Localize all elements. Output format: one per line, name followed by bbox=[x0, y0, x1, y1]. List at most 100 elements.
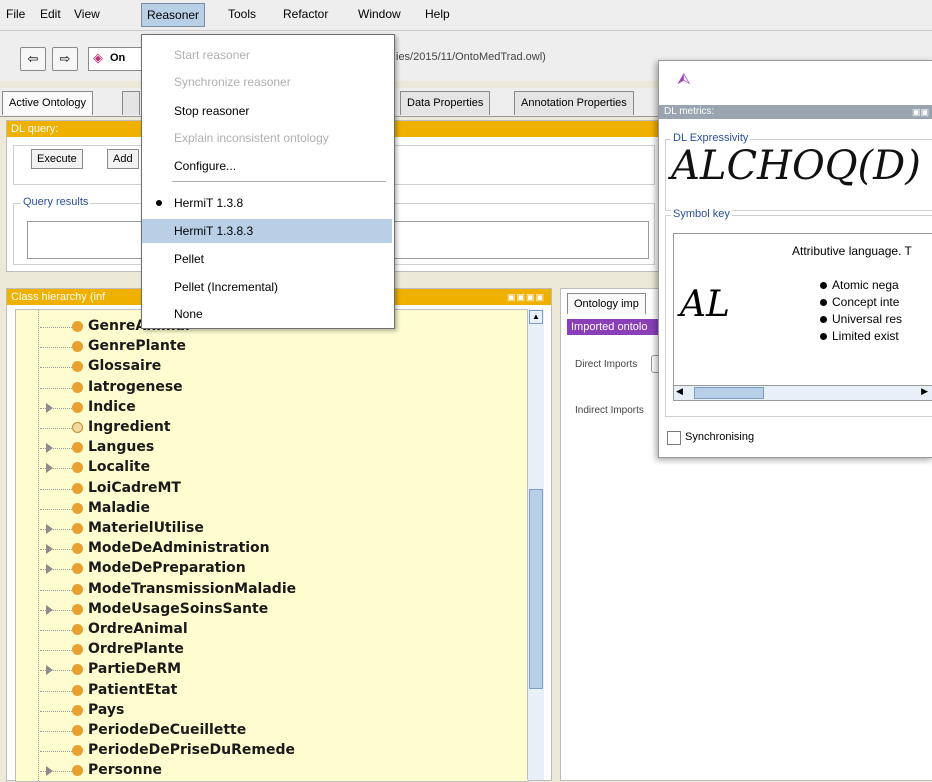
menu-window[interactable]: Window bbox=[358, 7, 401, 21]
reasoner-menu-item[interactable]: HermiT 1.3.8.3 bbox=[142, 219, 392, 243]
class-label: OrdreAnimal bbox=[88, 621, 188, 637]
tree-connector-line bbox=[40, 731, 76, 733]
class-tree-item[interactable]: ModeUsageSoinsSante bbox=[16, 601, 516, 621]
reasoner-menu-item[interactable]: Pellet bbox=[142, 247, 392, 271]
class-circle-icon bbox=[72, 482, 83, 494]
reasoner-menu-item[interactable]: HermiT 1.3.8 bbox=[142, 191, 392, 215]
class-tree[interactable]: GenreAnimal GenrePlante Glossaire Iatrogene… bbox=[15, 309, 529, 782]
class-label: Localite bbox=[88, 459, 151, 476]
class-tree-item[interactable]: Ingredient bbox=[16, 419, 516, 439]
menu-reasoner[interactable]: Reasoner bbox=[141, 3, 206, 27]
reasoner-menu-item[interactable]: Stop reasoner bbox=[142, 99, 392, 123]
execute-button[interactable]: Execute bbox=[31, 149, 83, 169]
class-label: Ingredient bbox=[88, 419, 171, 435]
synchronising-checkbox[interactable] bbox=[667, 431, 681, 445]
class-label: OrdrePlante bbox=[88, 641, 184, 658]
class-tree-item[interactable]: Maladie bbox=[16, 500, 516, 520]
direct-imports-label: Direct Imports bbox=[575, 359, 638, 370]
scrollbar-thumb[interactable] bbox=[529, 489, 543, 689]
tree-connector-line bbox=[40, 529, 76, 531]
symbol-key-bullet: Universal res bbox=[832, 312, 903, 326]
class-label: Personne bbox=[88, 762, 163, 779]
dl-metrics-title: DL metrics: bbox=[664, 106, 715, 117]
symbol-key-scrollbar[interactable]: ◀ ▶ bbox=[673, 385, 932, 401]
class-tree-item[interactable]: Indice bbox=[16, 399, 516, 419]
ontology-label: On bbox=[110, 52, 126, 64]
class-circle-icon bbox=[72, 725, 83, 736]
class-tree-item[interactable]: GenrePlante bbox=[16, 338, 516, 358]
tree-connector-line bbox=[40, 488, 76, 491]
class-tree-item[interactable]: PeriodeDeCueillette bbox=[16, 722, 516, 742]
class-tree-item[interactable]: ModeTransmissionMaladie bbox=[16, 581, 516, 601]
tree-connector-line bbox=[40, 630, 76, 632]
window-controls-icon[interactable]: ▣▣ bbox=[912, 105, 929, 119]
class-tree-item[interactable]: PatientEtat bbox=[16, 682, 516, 702]
tree-connector-line bbox=[40, 650, 76, 652]
symbol-key-bullet: Atomic nega bbox=[832, 278, 899, 292]
forward-button[interactable]: ⇨ bbox=[52, 47, 78, 71]
ontology-path: ies/2015/11/OntoMedTrad.owl) bbox=[396, 51, 546, 63]
class-tree-item[interactable]: Pays bbox=[16, 702, 516, 722]
symbol-key-content[interactable]: AL Attributive language. T Atomic nega Co… bbox=[673, 233, 932, 395]
tree-connector-line bbox=[40, 549, 76, 551]
class-tree-item[interactable]: Glossaire bbox=[16, 358, 516, 378]
tree-connector-line bbox=[40, 710, 76, 713]
panel-controls-icon[interactable]: ▣▣▣▣ bbox=[507, 289, 545, 305]
class-tree-item[interactable]: MaterielUtilise bbox=[16, 520, 516, 540]
class-tree-item[interactable]: PartieDeRM bbox=[16, 661, 516, 681]
menu-file[interactable]: File bbox=[6, 7, 25, 21]
bullet-icon bbox=[820, 333, 827, 340]
indirect-imports-label: Indirect Imports bbox=[575, 405, 644, 416]
imported-ontologies-title: Imported ontolo bbox=[571, 321, 648, 333]
class-circle-icon bbox=[72, 624, 83, 635]
reasoner-menu-item[interactable]: Pellet (Incremental) bbox=[142, 275, 392, 299]
bullet-icon bbox=[820, 282, 827, 289]
tab-ontology-imports[interactable]: Ontology imp bbox=[567, 293, 646, 314]
class-circle-icon bbox=[72, 381, 83, 393]
class-tree-item[interactable]: Iatrogenese bbox=[16, 379, 516, 399]
class-tree-item[interactable]: Personne bbox=[16, 762, 516, 781]
tab-annotation-properties[interactable]: Annotation Properties bbox=[514, 91, 634, 115]
reasoner-menu-item[interactable]: None bbox=[142, 302, 392, 326]
scroll-left-arrow-icon[interactable]: ◀ bbox=[676, 386, 683, 397]
class-label: GenrePlante bbox=[88, 338, 187, 355]
class-label: Pays bbox=[88, 701, 125, 718]
menu-refactor[interactable]: Refactor bbox=[283, 7, 328, 21]
class-tree-item[interactable]: Localite bbox=[16, 459, 516, 479]
back-button[interactable]: ⇦ bbox=[20, 47, 46, 71]
class-tree-item[interactable]: PeriodeDePriseDuRemede bbox=[16, 742, 516, 762]
reasoner-menu-item-label: Stop reasoner bbox=[174, 104, 250, 118]
class-tree-item[interactable]: OrdrePlante bbox=[16, 641, 516, 661]
symbol-key-bullet: Concept inte bbox=[832, 295, 900, 309]
class-circle-icon bbox=[72, 543, 83, 555]
class-tree-item[interactable]: ModeDePreparation bbox=[16, 560, 516, 580]
menu-view[interactable]: View bbox=[74, 7, 100, 21]
horizontal-scroll-thumb[interactable] bbox=[694, 387, 764, 399]
menu-tools[interactable]: Tools bbox=[228, 7, 256, 21]
symbol-description: Attributive language. T bbox=[792, 244, 912, 258]
class-tree-item[interactable]: Langues bbox=[16, 439, 516, 459]
dl-metrics-window: ⮙ DL metrics: ▣▣ DL Expressivity ALCHOQ(… bbox=[658, 60, 932, 458]
scroll-right-arrow-icon[interactable]: ▶ bbox=[921, 386, 928, 397]
menu-help[interactable]: Help bbox=[425, 7, 450, 21]
reasoner-menu-item: Synchronize reasoner bbox=[142, 70, 392, 94]
back-arrow-icon: ⇦ bbox=[27, 51, 39, 66]
class-label: ModeDePreparation bbox=[88, 560, 246, 577]
reasoner-menu-item[interactable]: Configure... bbox=[142, 154, 392, 178]
tab-active-ontology[interactable]: Active Ontology bbox=[2, 91, 94, 115]
bullet-icon bbox=[820, 299, 827, 306]
reasoner-menu-item: Start reasoner bbox=[142, 43, 392, 67]
class-tree-item[interactable]: LoiCadreMT bbox=[16, 480, 516, 500]
menu-edit[interactable]: Edit bbox=[40, 7, 61, 21]
reasoner-menu-item-label: Synchronize reasoner bbox=[174, 75, 291, 89]
scroll-up-arrow-icon[interactable]: ▲ bbox=[529, 310, 543, 324]
tab-data-properties[interactable]: Data Properties bbox=[400, 91, 491, 115]
class-tree-scrollbar[interactable]: ▲ bbox=[527, 309, 544, 780]
class-tree-item[interactable]: OrdreAnimal bbox=[16, 621, 516, 641]
bullet-icon bbox=[820, 316, 827, 323]
tree-connector-line bbox=[40, 609, 76, 612]
add-button[interactable]: Add bbox=[107, 149, 139, 169]
tab-entities[interactable] bbox=[122, 91, 140, 115]
class-tree-item[interactable]: ModeDeAdministration bbox=[16, 540, 516, 560]
tree-connector-line bbox=[40, 347, 76, 349]
